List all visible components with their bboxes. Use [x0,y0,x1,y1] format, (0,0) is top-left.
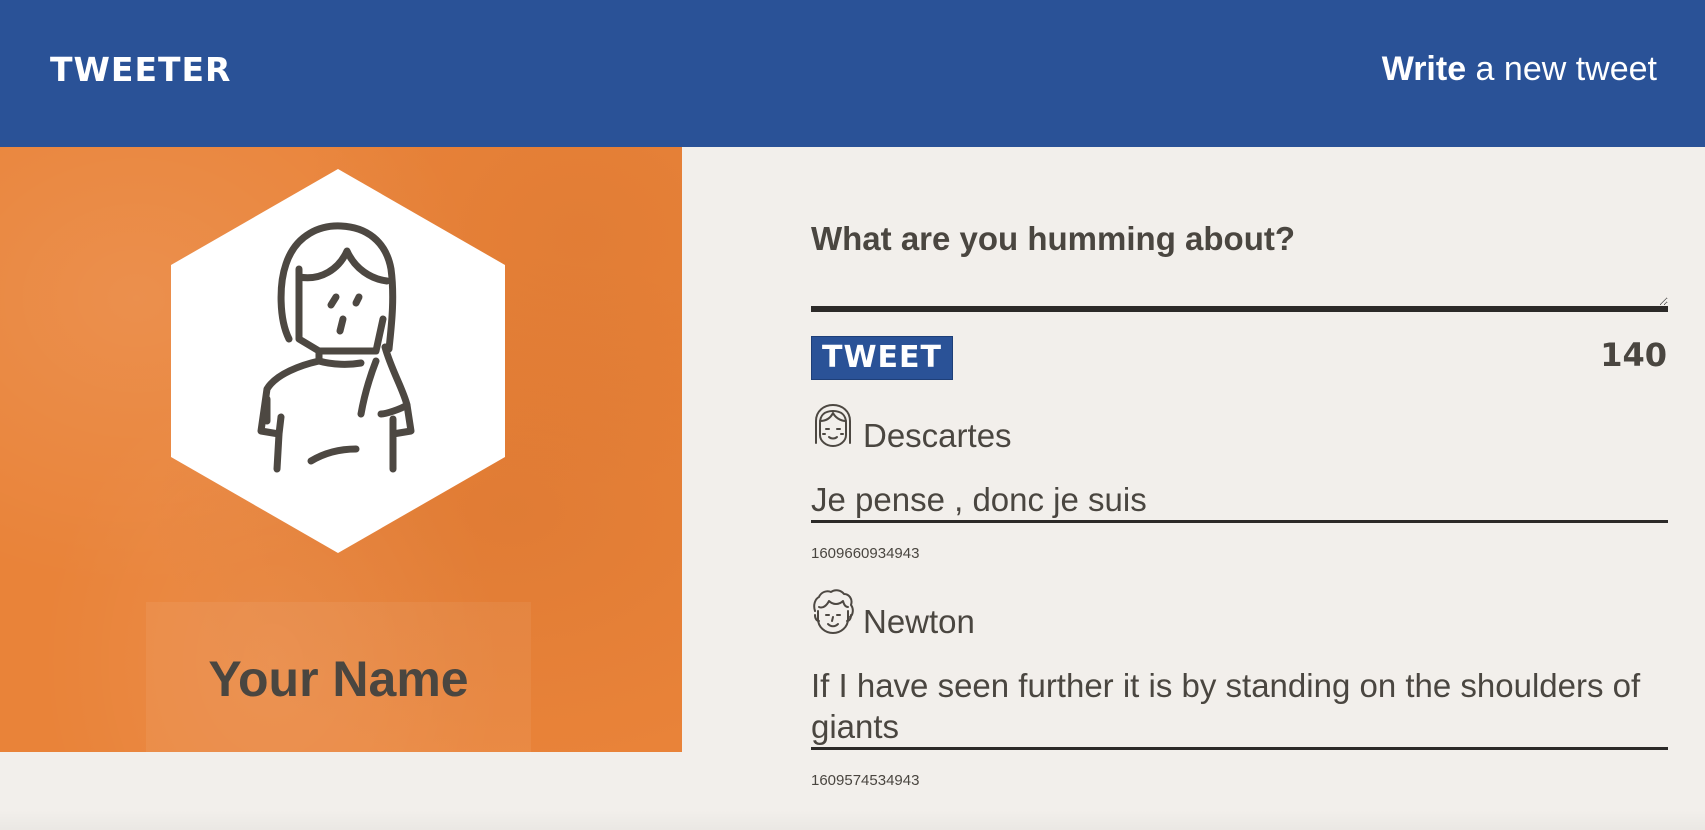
compose-form [811,210,1668,312]
write-label-strong: Write [1381,50,1467,88]
tweet-input[interactable] [811,210,1668,312]
girl-face-icon [815,404,851,447]
tweet-author: Descartes [863,417,1012,454]
write-label-rest: a new tweet [1466,50,1657,88]
profile-panel: Your Name [0,147,682,752]
tweet-content: If I have seen further it is by standing… [811,665,1668,750]
tweet-button[interactable]: TWEET [811,336,953,380]
tweet-timestamp: 1609660934943 [811,545,920,562]
tweet-author: Newton [863,603,975,640]
app-logo[interactable]: TWEETER [50,50,231,89]
tweet-header: Newton [811,589,1668,645]
tweet-card: Descartes Je pense , donc je suis 160966… [811,403,1668,562]
profile-name-panel: Your Name [146,602,531,752]
curly-hair-man-face-icon [813,589,854,634]
tweet-card: Newton If I have seen further it is by s… [811,589,1668,789]
tweet-timestamp: 1609574534943 [811,772,920,789]
page-bottom-shadow [0,810,1705,830]
tweet-content: Je pense , donc je suis [811,479,1668,523]
write-tweet-link[interactable]: Write a new tweet [1382,50,1657,89]
profile-avatar [171,169,505,553]
profile-name: Your Name [208,651,469,707]
char-counter: 140 [1600,336,1667,374]
tweet-header: Descartes [811,403,1668,459]
top-nav: TWEETER Write a new tweet [0,0,1705,147]
